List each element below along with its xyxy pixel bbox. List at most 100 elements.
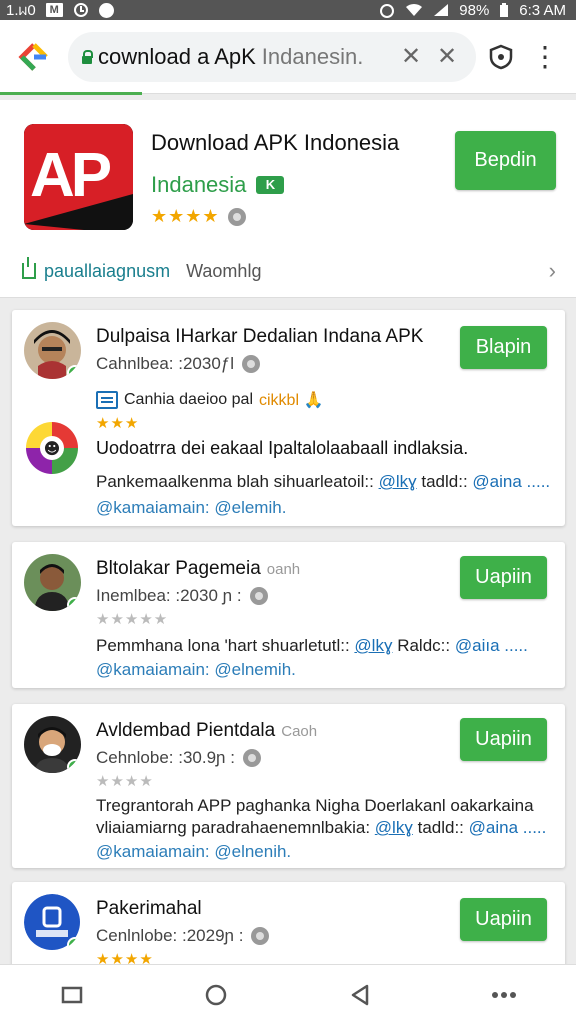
review-date: Cenlnlobe: :2029ɲ : — [96, 926, 270, 946]
browser-toolbar: cownload a ApK Indanesin. ✕ ✕ ⋮ — [0, 20, 576, 94]
info-icon[interactable] — [249, 587, 268, 605]
recent-apps-icon[interactable] — [42, 973, 102, 1017]
review-meta-link-2[interactable]: @aina ..... — [472, 472, 550, 491]
reviewer-name: Bltolakar Pagemeia oanh — [96, 558, 300, 580]
review-footer[interactable]: @kamaiamain: @elemih. — [96, 498, 286, 518]
url-suffix: Indanesin. — [261, 43, 364, 69]
more-dots-icon[interactable] — [474, 973, 534, 1017]
download-icon — [22, 257, 36, 279]
review-meta-link-2[interactable]: @aina ..... — [469, 818, 547, 837]
review-note: Canhia daeioo pal cikkbl 🙏 — [96, 390, 323, 410]
install-button[interactable]: Uapiin — [460, 898, 547, 941]
review-footer[interactable]: @kamaiamain: @elnenih. — [96, 842, 291, 862]
review-date-text: Cehnlobe: :30.9ɲ : — [96, 748, 235, 767]
review-card: Bltolakar Pagemeia oanh Inemlbea: :2030 ɲ… — [12, 542, 565, 688]
review-note-tag: cikkbl 🙏 — [259, 392, 324, 409]
review-card: Dulpaisa IHarkar Dedalian Indana APK Cah… — [12, 310, 565, 526]
app-details-meta: Waomhlg — [186, 260, 262, 281]
review-note-text: Canhia daeioo pal — [124, 391, 253, 408]
review-date: Inemlbea: :2030 ɲ : — [96, 586, 268, 606]
url-text: cownload a ApK — [98, 43, 256, 69]
review-date: Cehnlobe: :30.9ɲ : — [96, 748, 261, 768]
document-icon — [96, 391, 118, 409]
app-title: Download APK Indonesia — [151, 130, 400, 155]
verified-icon — [67, 365, 81, 379]
install-button[interactable]: Blapin — [460, 326, 547, 369]
dot-notification-icon — [98, 2, 114, 18]
install-button[interactable]: Bepdin — [455, 131, 556, 190]
app-developer[interactable]: Indanesia K — [151, 172, 285, 198]
address-bar[interactable]: cownload a ApK Indanesin. ✕ ✕ — [68, 31, 476, 82]
gmail-notification-icon: M — [45, 3, 63, 17]
review-meta-link[interactable]: @lkɣ — [375, 818, 413, 837]
status-bar: 1.ᥕ0 M 98% 6:3 AM — [0, 0, 576, 20]
lock-icon — [82, 49, 93, 64]
chevron-right-icon[interactable]: › — [549, 258, 556, 284]
back-icon[interactable] — [330, 973, 390, 1017]
review-meta-mid: tadld:: — [417, 818, 464, 837]
close-icon[interactable]: ✕ — [432, 42, 462, 71]
avatar[interactable] — [24, 716, 81, 773]
overflow-menu-icon[interactable]: ⋮ — [526, 38, 564, 76]
review-meta-link[interactable]: @lkɣ — [354, 636, 392, 655]
system-navigation-bar — [0, 964, 576, 1024]
home-icon[interactable] — [186, 973, 246, 1017]
review-date-text: Cahnlbea: :2030ƒl — [96, 354, 235, 373]
rating-stars: ★★★★ — [151, 206, 220, 226]
info-icon[interactable] — [227, 207, 246, 226]
alarm-icon — [379, 2, 395, 18]
verified-icon — [67, 597, 81, 611]
info-icon[interactable] — [251, 927, 270, 945]
review-card: Pakerimahal Cenlnlobe: :2029ɲ : Uapiin ★… — [12, 882, 565, 972]
review-meta: Pankemaalkenma blah sihuarleatoil:: @lkɣ… — [96, 472, 550, 492]
notification-icon — [73, 2, 89, 18]
review-meta-link-2[interactable]: @aiıa ..... — [455, 636, 528, 655]
app-logo-letters: AP — [30, 141, 112, 210]
app-header-card: AP Download APK Indonesia Indanesia K ★★… — [0, 100, 576, 298]
info-icon[interactable] — [242, 355, 261, 373]
review-date: Cahnlbea: :2030ƒl — [96, 354, 261, 374]
app-rating: ★★★★ — [151, 206, 246, 227]
app-details-row[interactable]: pauallaiagnusm Waomhlg › — [22, 257, 556, 284]
verified-badge-icon: K — [256, 176, 285, 194]
review-meta-mid: Raldc:: — [397, 636, 451, 655]
reviewer-name-text: Avldembad Pientdala — [96, 720, 276, 741]
review-meta-text: vliaiamiarng paradrahaenemnlbakia: — [96, 818, 371, 837]
avatar[interactable] — [24, 322, 81, 379]
rating-stars: ★★★★ — [96, 773, 154, 790]
app-developer-label: Indanesia — [151, 172, 247, 197]
review-date-text: Cenlnlobe: :2029ɲ : — [96, 926, 244, 945]
reviewer-name: Dulpaisa IHarkar Dedalian Indana APK — [96, 326, 424, 347]
avatar[interactable] — [24, 554, 81, 611]
google-logo-icon[interactable] — [18, 41, 50, 73]
review-date-text: Inemlbea: :2030 ɲ : — [96, 586, 242, 605]
app-icon: ☻ — [24, 420, 81, 477]
install-button[interactable]: Uapiin — [460, 556, 547, 599]
status-clock: 6:3 AM — [519, 1, 566, 19]
reviewer-name-text: Bltolakar Pagemeia — [96, 558, 261, 579]
info-icon[interactable] — [242, 749, 261, 767]
review-body: Uodoatrra dei eakaal Ipaltalolaabaall in… — [96, 438, 469, 458]
review-meta: vliaiamiarng paradrahaenemnlbakia: @lkɣ … — [96, 818, 546, 838]
install-button[interactable]: Uapiin — [460, 718, 547, 761]
review-card: Avldembad Pientdala Caoh Cehnlobe: :30.9ɲ… — [12, 704, 565, 868]
verified-icon — [67, 937, 81, 951]
review-meta: Pemmhana lona 'hart shuarletutl:: @lkɣ R… — [96, 636, 528, 656]
review-meta-link[interactable]: @lkɣ — [379, 472, 417, 491]
battery-icon — [499, 2, 509, 18]
reviewer-name: Avldembad Pientdala Caoh — [96, 720, 317, 742]
page-load-progress — [0, 92, 142, 95]
review-meta-text: Pankemaalkenma blah sihuarleatoil:: — [96, 472, 374, 491]
reviewer-name-extra: Caoh — [281, 723, 318, 740]
tracking-shield-icon[interactable] — [482, 38, 520, 76]
app-icon[interactable] — [24, 894, 81, 951]
review-meta-text: Pemmhana lona 'hart shuarletutl:: — [96, 636, 350, 655]
clear-url-icon[interactable]: ✕ — [396, 42, 426, 71]
review-meta-mid: tadld:: — [421, 472, 468, 491]
svg-text:☻: ☻ — [44, 439, 61, 458]
battery-level: 98% — [459, 1, 490, 19]
reviewer-name: Pakerimahal — [96, 898, 202, 919]
app-details-link[interactable]: pauallaiagnusm — [44, 261, 170, 282]
rating-stars: ★★★★★ — [96, 611, 169, 628]
review-footer[interactable]: @kamaiamain: @elnemih. — [96, 660, 296, 680]
